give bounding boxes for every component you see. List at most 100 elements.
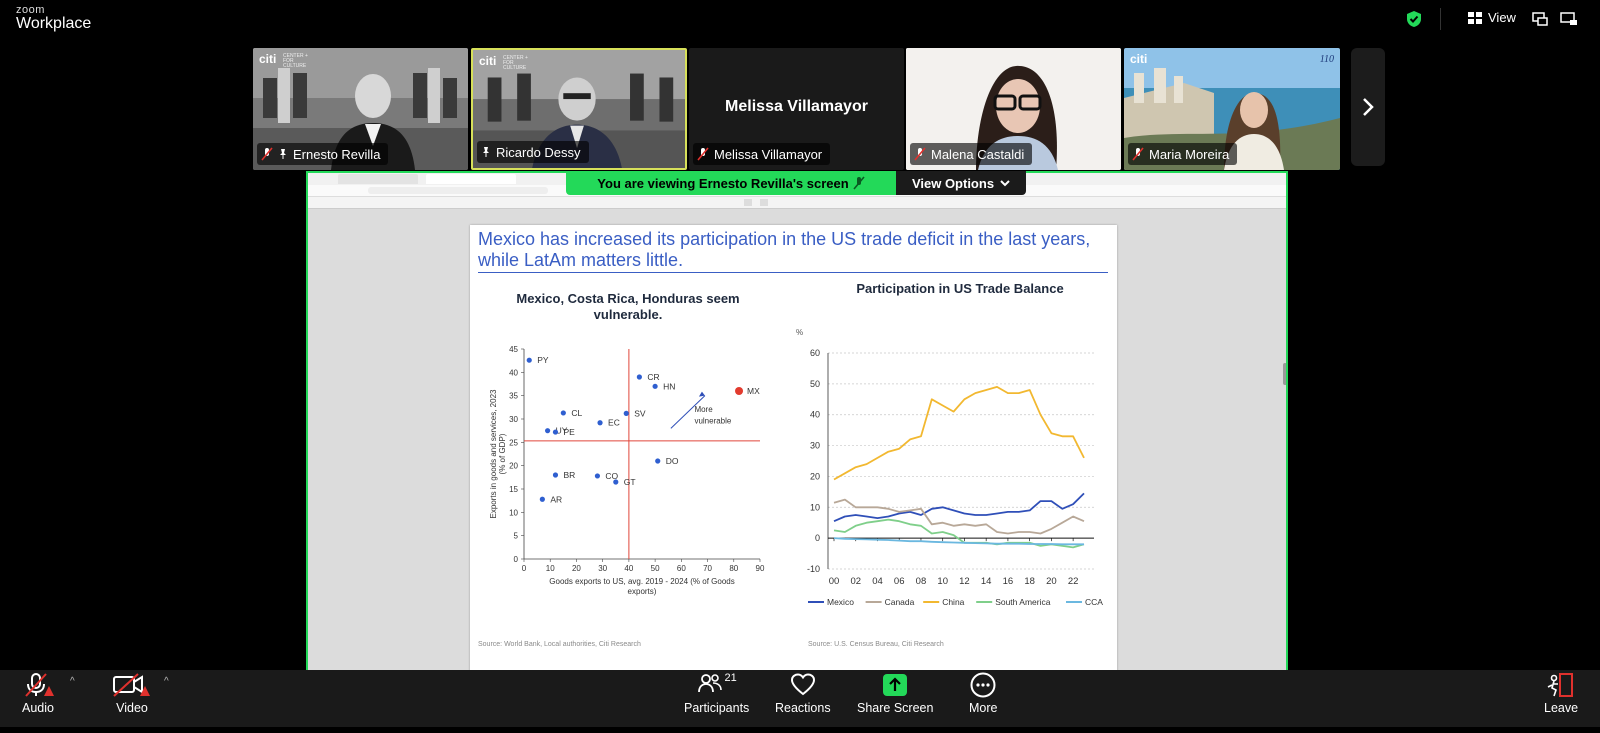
scatter-point	[735, 387, 744, 395]
leave-door-icon	[1547, 673, 1574, 697]
picture-in-picture-icon[interactable]	[1532, 12, 1548, 26]
y-tick-label: 0	[815, 533, 820, 543]
view-options-label: View Options	[911, 175, 995, 191]
next-page-button[interactable]	[1351, 48, 1385, 166]
view-button[interactable]: View	[1468, 10, 1516, 25]
scatter-point	[613, 479, 619, 485]
view-label: View	[1488, 10, 1516, 25]
line-chart: % -10 0 10 20 30 40 50 60 00 02 04 06 08 10 12 14 16 18 20 2…	[796, 328, 1103, 607]
chevron-right-icon	[1363, 98, 1374, 116]
point-label: DO	[666, 456, 679, 466]
fullscreen-icon[interactable]	[1560, 12, 1578, 26]
point-label: AR	[550, 494, 562, 504]
annotation-text: vulnerable	[694, 417, 731, 426]
share-screen-button[interactable]: Share Screen	[857, 672, 933, 715]
x-tick-label: 70	[703, 564, 712, 573]
url-field[interactable]	[368, 187, 548, 194]
mic-muted-icon	[914, 147, 926, 161]
divider	[1440, 8, 1441, 30]
pdf-page: Mexico has increased its participation i…	[470, 225, 1117, 702]
participants-count: 21	[724, 672, 737, 684]
toolbar-button[interactable]	[760, 199, 768, 206]
video-button[interactable]: Video	[112, 672, 152, 715]
pin-icon	[483, 147, 489, 157]
scatter-point	[526, 357, 532, 363]
participant-name: Ricardo Dessy	[496, 144, 581, 160]
x-tick-label: 20	[572, 564, 581, 573]
x-tick-label: 22	[1068, 576, 1079, 587]
video-options-caret-icon[interactable]: ^	[164, 676, 169, 687]
participants-label: Participants	[684, 701, 750, 715]
grid-view-icon	[1468, 11, 1482, 24]
scatter-point	[539, 496, 545, 502]
scatter-point	[552, 472, 559, 478]
browser-tab[interactable]	[338, 174, 418, 184]
participant-tile[interactable]: citi 110 Maria Moreira	[1124, 48, 1340, 170]
video-label: Video	[116, 701, 148, 715]
citi-logo: citi	[1130, 52, 1148, 66]
x-tick-label: 06	[894, 576, 905, 587]
citi-logo: citi	[259, 52, 277, 66]
participants-button[interactable]: 21 Participants	[684, 672, 749, 715]
participant-name: Ernesto Revilla	[293, 146, 381, 162]
x-tick-label: 0	[522, 564, 527, 573]
legend-label: Mexico	[827, 597, 854, 607]
unit-label: %	[796, 328, 803, 337]
heart-icon	[790, 673, 815, 696]
participant-tile[interactable]: Melissa Villamayor Melissa Villamayor	[689, 48, 904, 170]
reactions-button[interactable]: Reactions	[775, 672, 831, 715]
participant-name: Maria Moreira	[1149, 146, 1230, 162]
audio-button[interactable]: Audio	[22, 672, 54, 715]
shared-screen[interactable]: Mexico has increased its participation i…	[306, 171, 1288, 704]
participant-name-tag: Maria Moreira	[1128, 143, 1238, 165]
participant-tile-active-speaker[interactable]: citi CENTER + FOR CULTURE Ricardo Dessy	[471, 48, 687, 170]
scatter-point	[545, 428, 551, 434]
leave-label: Leave	[1544, 701, 1579, 715]
viewing-text: You are viewing Ernesto Revilla's screen	[597, 175, 849, 191]
y-tick-label: 0	[514, 555, 519, 564]
legend-label: South America	[995, 597, 1051, 607]
x-axis-label: exports)	[628, 587, 657, 596]
point-label: SV	[634, 408, 646, 418]
slide-title: Mexico has increased its participation i…	[478, 229, 1108, 273]
legend-label: Canada	[885, 597, 915, 607]
participant-tile[interactable]: citi CENTER + FOR CULTURE Ernesto Revill…	[253, 48, 468, 170]
mic-muted-icon	[853, 176, 865, 190]
view-options-button[interactable]: View Options	[896, 171, 1026, 195]
x-tick-label: 18	[1024, 576, 1035, 587]
scatter-point	[552, 429, 559, 435]
scatter-point	[560, 410, 566, 416]
x-tick-label: 16	[1003, 576, 1014, 587]
x-tick-label: 30	[598, 564, 607, 573]
pdf-toolbar	[308, 197, 1286, 209]
legend-label: CCA	[1085, 597, 1103, 607]
legend-label: China	[942, 597, 964, 607]
point-label: BR	[563, 470, 575, 480]
audio-options-caret-icon[interactable]: ^	[70, 676, 75, 687]
microphone-muted-icon	[25, 673, 54, 697]
participant-name: Malena Castaldi	[931, 146, 1025, 162]
scatter-chart-title: Mexico, Costa Rica, Honduras seem vulner…	[516, 291, 740, 322]
leave-button[interactable]: Leave	[1544, 672, 1578, 715]
event-logo: 110	[1319, 54, 1334, 65]
browser-tab-active[interactable]	[426, 174, 516, 184]
point-label: PY	[537, 355, 549, 365]
logo-subtitle: CENTER + FOR CULTURE	[503, 55, 528, 71]
y-axis-label: (% of GDP)	[498, 433, 507, 474]
scatter-point	[594, 473, 601, 479]
zoom-meeting-window: { "app": {"brand_line1": "zoom", "brand_…	[0, 0, 1600, 733]
point-label: PE	[563, 427, 575, 437]
more-button[interactable]: More	[969, 672, 997, 715]
x-tick-label: 80	[729, 564, 738, 573]
x-tick-label: 08	[916, 576, 927, 587]
share-screen-icon	[883, 674, 908, 696]
toolbar-button[interactable]	[744, 199, 752, 206]
scrollbar-thumb[interactable]	[1283, 363, 1286, 385]
participant-name-tag: Malena Castaldi	[910, 143, 1033, 165]
encryption-shield-icon[interactable]	[1406, 10, 1422, 28]
point-label: MX	[747, 386, 760, 396]
scatter-point	[636, 374, 642, 380]
participant-tile[interactable]: Malena Castaldi	[906, 48, 1121, 170]
x-tick-label: 14	[981, 576, 992, 587]
y-tick-label: 5	[514, 532, 519, 541]
